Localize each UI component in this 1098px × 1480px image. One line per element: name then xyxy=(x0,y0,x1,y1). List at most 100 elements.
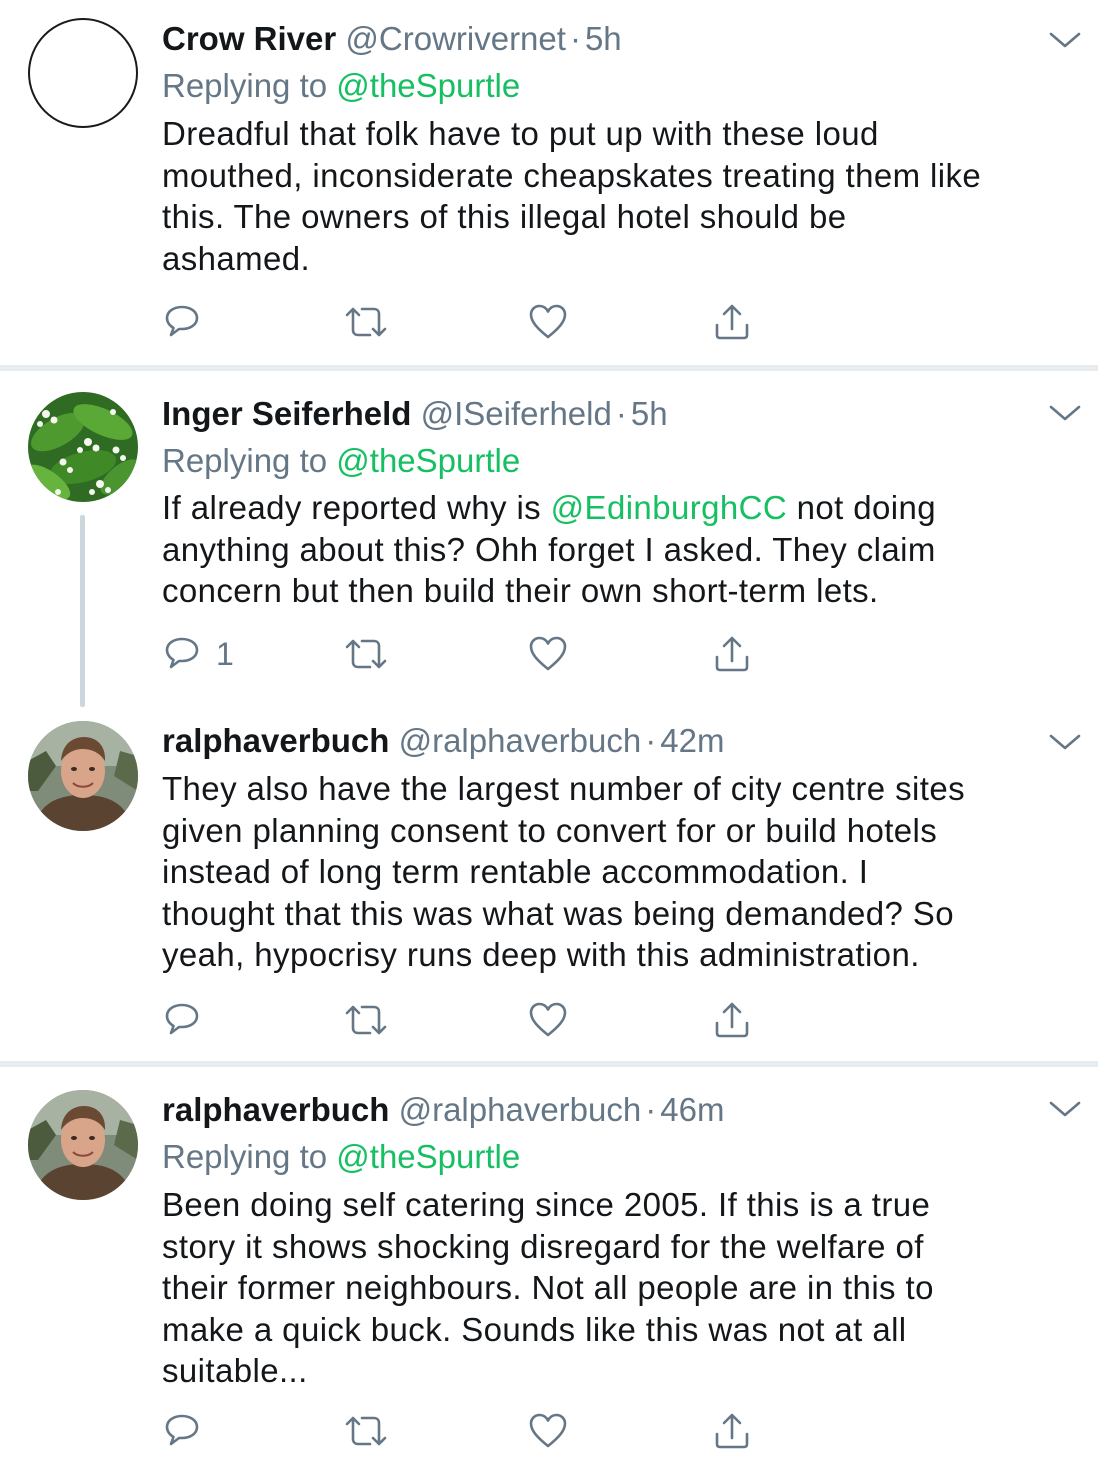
user-handle[interactable]: @Crowrivernet xyxy=(345,20,566,57)
tweet-actions xyxy=(162,1000,862,1040)
text-line: Been doing self catering since 2005. If … xyxy=(162,1186,931,1223)
text-line: ashamed. xyxy=(162,239,311,277)
tweet-text: They also have the largest number of cit… xyxy=(162,768,1082,976)
tweet-4[interactable]: ralphaverbuch @ralphaverbuch · 46m Replyin… xyxy=(0,1067,1098,1480)
replying-to-label: Replying to xyxy=(162,67,328,104)
retweet-button[interactable] xyxy=(342,634,390,674)
reply-button[interactable] xyxy=(162,302,202,342)
man-portrait-photo xyxy=(28,721,138,831)
retweet-icon xyxy=(345,1416,387,1446)
reply-button[interactable] xyxy=(162,1000,202,1040)
like-button[interactable] xyxy=(528,302,568,342)
text-line: anything about this? Ohh forget I asked.… xyxy=(162,530,936,568)
share-icon xyxy=(715,636,749,672)
share-icon xyxy=(715,1413,749,1449)
lily-of-the-valley-photo xyxy=(28,392,138,502)
reply-button[interactable] xyxy=(162,1411,202,1451)
avatar[interactable] xyxy=(28,1090,138,1200)
text-line: yeah, hypocrisy runs deep with this admi… xyxy=(162,936,920,973)
heart-icon xyxy=(529,1413,567,1448)
share-icon xyxy=(715,304,749,340)
chevron-down-icon[interactable] xyxy=(1048,30,1082,50)
chevron-down-icon[interactable] xyxy=(1048,403,1082,423)
heart-icon xyxy=(529,636,567,671)
timestamp[interactable]: 5h xyxy=(585,20,622,57)
replying-to-label: Replying to xyxy=(162,1138,328,1175)
reply-button[interactable]: 1 xyxy=(162,634,234,674)
user-handle[interactable]: @ISeiferheld xyxy=(421,395,612,432)
tweet-3[interactable]: ralphaverbuch @ralphaverbuch · 42m They al… xyxy=(0,708,1098,1061)
separator-dot: · xyxy=(645,1091,657,1128)
separator-dot: · xyxy=(569,20,581,57)
share-button[interactable] xyxy=(712,1000,752,1040)
text-line: their former neighbours. Not all people … xyxy=(162,1269,934,1306)
mention-link[interactable]: @theSpurtle xyxy=(336,442,520,479)
retweet-button[interactable] xyxy=(342,302,390,342)
retweet-button[interactable] xyxy=(342,1000,390,1040)
chevron-down-icon[interactable] xyxy=(1048,1099,1082,1119)
tweet-actions xyxy=(162,302,862,342)
timestamp[interactable]: 42m xyxy=(660,722,724,759)
man-portrait-photo xyxy=(28,1090,138,1200)
retweet-icon xyxy=(345,639,387,669)
like-button[interactable] xyxy=(528,634,568,674)
heart-icon xyxy=(529,1002,567,1037)
tweet-header: ralphaverbuch @ralphaverbuch · 46m xyxy=(162,1086,724,1134)
retweet-icon xyxy=(345,1005,387,1035)
tweet-actions xyxy=(162,1411,862,1451)
timestamp[interactable]: 46m xyxy=(660,1091,724,1128)
text-segment: not doing xyxy=(787,489,937,526)
share-button[interactable] xyxy=(712,1411,752,1451)
like-button[interactable] xyxy=(528,1000,568,1040)
mention-link[interactable]: @theSpurtle xyxy=(336,1138,520,1175)
tweet-header: Crow River @Crowrivernet · 5h xyxy=(162,15,622,63)
text-line: suitable... xyxy=(162,1352,308,1389)
retweet-icon xyxy=(345,307,387,337)
tweet-2[interactable]: Inger Seiferheld @ISeiferheld · 5h Replyin… xyxy=(0,371,1098,707)
text-line: thought that this was what was being dem… xyxy=(162,894,954,932)
mention-link[interactable]: @theSpurtle xyxy=(336,67,520,104)
text-segment: If already reported why is xyxy=(162,489,551,526)
text-line: story it shows shocking disregard for th… xyxy=(162,1227,924,1265)
chevron-down-icon[interactable] xyxy=(1048,732,1082,752)
display-name[interactable]: ralphaverbuch xyxy=(162,1091,389,1128)
text-line: mouthed, inconsiderate cheapskates treat… xyxy=(162,156,982,194)
reply-count: 1 xyxy=(216,635,234,672)
avatar[interactable] xyxy=(28,392,138,502)
text-line: They also have the largest number of cit… xyxy=(162,770,965,807)
text-line: If already reported why is @EdinburghCC … xyxy=(162,487,1082,529)
tweet-text: Been doing self catering since 2005. If … xyxy=(162,1184,1082,1392)
avatar[interactable] xyxy=(28,18,138,128)
avatar[interactable] xyxy=(28,721,138,831)
thread-connector xyxy=(80,515,85,707)
reply-icon xyxy=(165,305,199,337)
like-button[interactable] xyxy=(528,1411,568,1451)
text-line: this. The owners of this illegal hotel s… xyxy=(162,198,847,235)
text-line: make a quick buck. Sounds like this was … xyxy=(162,1310,907,1348)
replying-to: Replying to @theSpurtle xyxy=(162,62,520,110)
text-line: Dreadful that folk have to put up with t… xyxy=(162,115,879,152)
share-button[interactable] xyxy=(712,302,752,342)
display-name[interactable]: Crow River xyxy=(162,20,336,57)
text-line: concern but then build their own short-t… xyxy=(162,572,879,609)
tweet-header: Inger Seiferheld @ISeiferheld · 5h xyxy=(162,390,668,438)
text-line: given planning consent to convert for or… xyxy=(162,811,938,849)
tweet-text: Dreadful that folk have to put up with t… xyxy=(162,113,1082,279)
user-handle[interactable]: @ralphaverbuch xyxy=(399,722,642,759)
mention-link[interactable]: @EdinburghCC xyxy=(551,489,787,526)
separator-dot: · xyxy=(645,722,657,759)
heart-icon xyxy=(529,304,567,339)
retweet-button[interactable] xyxy=(342,1411,390,1451)
reply-icon xyxy=(165,1414,199,1446)
share-button[interactable] xyxy=(712,634,752,674)
tweet-text: If already reported why is @EdinburghCC … xyxy=(162,487,1082,612)
reply-icon xyxy=(165,637,199,669)
display-name[interactable]: ralphaverbuch xyxy=(162,722,389,759)
tweet-1[interactable]: Crow River @Crowrivernet · 5h Replying to … xyxy=(0,0,1098,366)
tweet-header: ralphaverbuch @ralphaverbuch · 42m xyxy=(162,717,724,765)
display-name[interactable]: Inger Seiferheld xyxy=(162,395,411,432)
reply-icon xyxy=(165,1003,199,1035)
timestamp[interactable]: 5h xyxy=(631,395,668,432)
replying-to: Replying to @theSpurtle xyxy=(162,1133,520,1181)
user-handle[interactable]: @ralphaverbuch xyxy=(399,1091,642,1128)
